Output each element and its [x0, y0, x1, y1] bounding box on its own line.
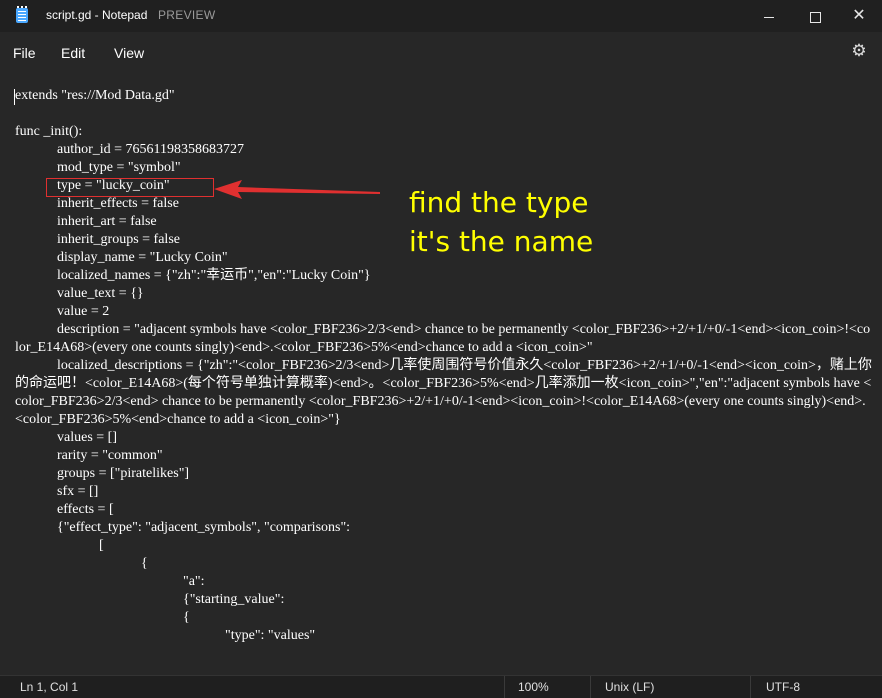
minimize-button[interactable] [746, 0, 792, 32]
close-button[interactable]: ✕ [836, 0, 882, 32]
title-bar: script.gd - Notepad PREVIEW ✕ [0, 0, 882, 32]
menu-file[interactable]: File [13, 45, 36, 61]
annotation-line-1: find the type [409, 186, 589, 219]
encoding: UTF-8 [766, 680, 800, 694]
notepad-icon [16, 6, 28, 23]
editor-content[interactable]: extends "res://Mod Data.gd" func _init()… [15, 87, 873, 645]
preview-badge: PREVIEW [158, 8, 216, 22]
zoom-level: 100% [518, 680, 549, 694]
minimize-icon [764, 16, 774, 18]
menu-view[interactable]: View [114, 45, 144, 61]
menu-edit[interactable]: Edit [61, 45, 85, 61]
window-title: script.gd - Notepad [46, 8, 148, 22]
text-editor[interactable]: extends "res://Mod Data.gd" func _init()… [0, 76, 882, 668]
status-divider [504, 676, 505, 698]
status-bar: Ln 1, Col 1 100% Unix (LF) UTF-8 [0, 675, 882, 698]
status-divider [590, 676, 591, 698]
cursor-position: Ln 1, Col 1 [20, 680, 79, 694]
annotation-arrow-icon [214, 180, 380, 199]
status-divider [750, 676, 751, 698]
settings-gear-icon[interactable]: ⚙ [851, 42, 867, 59]
maximize-icon [809, 11, 821, 23]
line-ending: Unix (LF) [605, 680, 655, 694]
highlight-box [46, 178, 214, 197]
annotation-line-2: it's the name [409, 225, 594, 258]
maximize-button[interactable] [792, 0, 838, 32]
close-icon: ✕ [852, 7, 866, 24]
menu-bar: File Edit View ⚙ [0, 32, 882, 74]
text-caret [14, 89, 15, 105]
